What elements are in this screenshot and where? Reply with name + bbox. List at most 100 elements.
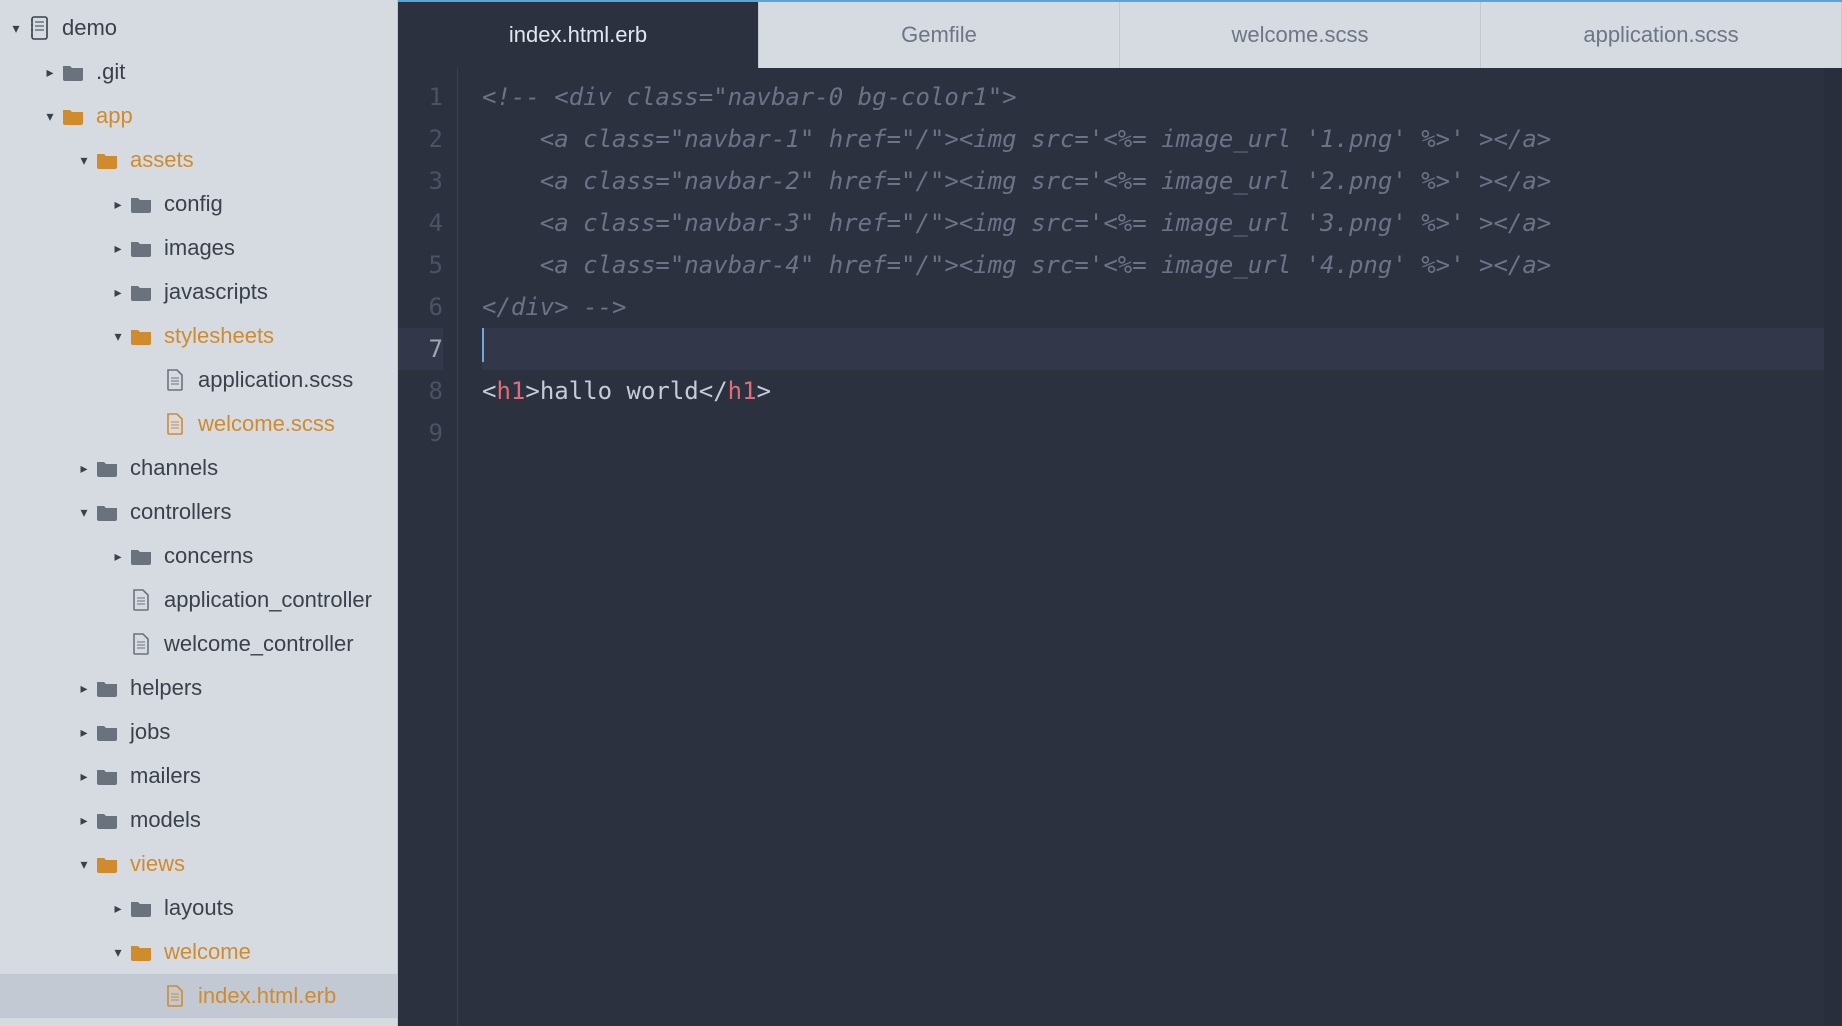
chevron-right-icon: ▸: [74, 460, 94, 477]
folder-icon: [60, 63, 86, 81]
folder-icon: [128, 283, 154, 301]
tree-item-welcome-scss[interactable]: welcome.scss: [0, 402, 397, 446]
tree-item-label: welcome: [164, 939, 251, 965]
tab-gemfile[interactable]: Gemfile: [759, 2, 1120, 68]
tree-item-label: welcome_controller: [164, 631, 354, 657]
chevron-down-icon: ▾: [74, 856, 94, 873]
folder-open-icon: [60, 107, 86, 125]
tree-item-images[interactable]: ▸ images: [0, 226, 397, 270]
code-line: <a class="navbar-1" href="/"><img src='<…: [482, 118, 1842, 160]
tree-item-mailers[interactable]: ▸ mailers: [0, 754, 397, 798]
tree-item-controllers[interactable]: ▾ controllers: [0, 490, 397, 534]
code-line: </div> -->: [482, 286, 1842, 328]
text-cursor: [482, 328, 484, 362]
folder-open-icon: [128, 327, 154, 345]
tree-item-label: mailers: [130, 763, 201, 789]
tree-item-label: views: [130, 851, 185, 877]
chevron-down-icon: ▾: [6, 20, 26, 37]
tree-item-assets[interactable]: ▾ assets: [0, 138, 397, 182]
chevron-down-icon: ▾: [40, 108, 60, 125]
line-number: 1: [398, 76, 443, 118]
chevron-right-icon: ▸: [40, 64, 60, 81]
notebook-icon: [26, 16, 52, 40]
tree-item-concerns[interactable]: ▸ concerns: [0, 534, 397, 578]
tree-item-application-controller[interactable]: application_controller: [0, 578, 397, 622]
line-number: 2: [398, 118, 443, 160]
tree-item-label: jobs: [130, 719, 170, 745]
tree-root-label: demo: [62, 15, 117, 41]
folder-icon: [94, 503, 120, 521]
folder-open-icon: [94, 151, 120, 169]
tree-item-stylesheets[interactable]: ▾ stylesheets: [0, 314, 397, 358]
tree-item-helpers[interactable]: ▸ helpers: [0, 666, 397, 710]
tree-item-javascripts[interactable]: ▸ javascripts: [0, 270, 397, 314]
code-line: [482, 412, 1842, 454]
editor-tabs: index.html.erb Gemfile welcome.scss appl…: [398, 0, 1842, 68]
folder-open-icon: [128, 943, 154, 961]
folder-icon: [128, 547, 154, 565]
folder-icon: [94, 679, 120, 697]
tree-item-label: models: [130, 807, 201, 833]
tree-item-views[interactable]: ▾ views: [0, 842, 397, 886]
tree-item-welcome-folder[interactable]: ▾ welcome: [0, 930, 397, 974]
code-content[interactable]: <!-- <div class="navbar-0 bg-color1"> <a…: [458, 68, 1842, 1026]
chevron-right-icon: ▸: [74, 812, 94, 829]
tree-item-label: layouts: [164, 895, 234, 921]
tab-welcome-scss[interactable]: welcome.scss: [1120, 2, 1481, 68]
tree-item-application-scss[interactable]: application.scss: [0, 358, 397, 402]
tab-label: index.html.erb: [509, 22, 647, 48]
line-number: 7: [398, 328, 443, 370]
folder-icon: [94, 723, 120, 741]
tree-item-label: welcome.scss: [198, 411, 335, 437]
chevron-right-icon: ▸: [74, 680, 94, 697]
tree-item-label: helpers: [130, 675, 202, 701]
chevron-right-icon: ▸: [74, 768, 94, 785]
line-number: 4: [398, 202, 443, 244]
chevron-right-icon: ▸: [108, 284, 128, 301]
tab-application-scss[interactable]: application.scss: [1481, 2, 1842, 68]
tree-item-layouts[interactable]: ▸ layouts: [0, 886, 397, 930]
folder-icon: [94, 459, 120, 477]
file-tree-sidebar[interactable]: ▾ demo ▸ .git ▾ app ▾ assets ▸ config: [0, 0, 398, 1026]
code-line: <!-- <div class="navbar-0 bg-color1">: [482, 76, 1842, 118]
tab-label: welcome.scss: [1232, 22, 1369, 48]
tree-item-models[interactable]: ▸ models: [0, 798, 397, 842]
line-number: 3: [398, 160, 443, 202]
tree-item-label: index.html.erb: [198, 983, 336, 1009]
file-icon: [128, 633, 154, 655]
tree-item-index-html-erb[interactable]: index.html.erb: [0, 974, 397, 1018]
tree-root[interactable]: ▾ demo: [0, 6, 397, 50]
tree-item-config[interactable]: ▸ config: [0, 182, 397, 226]
chevron-down-icon: ▾: [108, 944, 128, 961]
tree-item-channels[interactable]: ▸ channels: [0, 446, 397, 490]
tree-item-app[interactable]: ▾ app: [0, 94, 397, 138]
tree-item-label: assets: [130, 147, 194, 173]
code-line-current: [482, 328, 1842, 370]
tree-item-label: controllers: [130, 499, 231, 525]
folder-icon: [128, 239, 154, 257]
folder-icon: [128, 899, 154, 917]
tree-item-label: application.scss: [198, 367, 353, 393]
chevron-right-icon: ▸: [108, 196, 128, 213]
code-line: <a class="navbar-4" href="/"><img src='<…: [482, 244, 1842, 286]
tree-item-label: application_controller: [164, 587, 372, 613]
editor-right-margin: [1824, 68, 1842, 1026]
tree-item-label: .git: [96, 59, 125, 85]
code-area[interactable]: 1 2 3 4 5 6 7 8 9 <!-- <div class="navba…: [398, 68, 1842, 1026]
chevron-right-icon: ▸: [108, 240, 128, 257]
tree-item-label: images: [164, 235, 235, 261]
tree-item-label: javascripts: [164, 279, 268, 305]
line-number: 8: [398, 370, 443, 412]
line-gutter: 1 2 3 4 5 6 7 8 9: [398, 68, 458, 1026]
line-number: 5: [398, 244, 443, 286]
editor-area: index.html.erb Gemfile welcome.scss appl…: [398, 0, 1842, 1026]
tree-item-jobs[interactable]: ▸ jobs: [0, 710, 397, 754]
tree-item-welcome-controller[interactable]: welcome_controller: [0, 622, 397, 666]
code-line: <h1>hallo world</h1>: [482, 370, 1842, 412]
chevron-right-icon: ▸: [108, 900, 128, 917]
code-line: <a class="navbar-2" href="/"><img src='<…: [482, 160, 1842, 202]
tree-item-git[interactable]: ▸ .git: [0, 50, 397, 94]
tree-item-label: stylesheets: [164, 323, 274, 349]
line-number: 6: [398, 286, 443, 328]
tab-index-html-erb[interactable]: index.html.erb: [398, 2, 759, 68]
